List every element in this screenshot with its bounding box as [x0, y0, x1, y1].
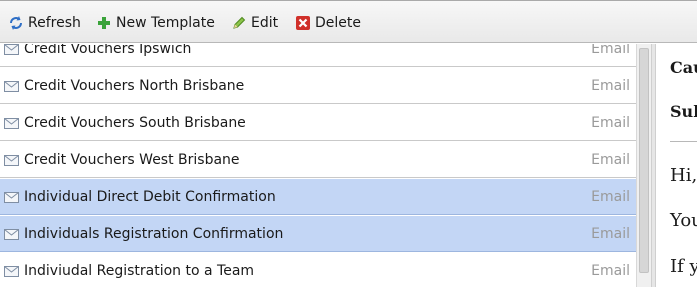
- template-list: Credit Vouchers Ipswich Email Credit Vou…: [0, 44, 636, 287]
- template-row-selected[interactable]: Individuals Registration Confirmation Em…: [0, 216, 636, 252]
- edit-button[interactable]: Edit: [231, 13, 278, 33]
- template-name: Credit Vouchers Ipswich: [24, 44, 192, 57]
- template-name: Individuals Registration Confirmation: [24, 225, 284, 242]
- envelope-icon: [4, 154, 19, 166]
- envelope-icon: [4, 44, 19, 55]
- template-type: Email: [591, 77, 630, 94]
- template-name: Indiviudal Registration to a Team: [24, 262, 255, 279]
- delete-button[interactable]: Delete: [295, 13, 361, 33]
- template-type: Email: [591, 188, 630, 205]
- template-row[interactable]: Credit Vouchers North Brisbane Email: [0, 68, 636, 104]
- template-name: Credit Vouchers West Brisbane: [24, 151, 240, 168]
- toolbar: Refresh New Template Edit Delete: [0, 0, 697, 43]
- refresh-icon: [8, 15, 24, 31]
- template-type: Email: [591, 262, 630, 279]
- new-template-label: New Template: [116, 15, 215, 31]
- new-template-button[interactable]: New Template: [96, 13, 215, 33]
- preview-field-label: Cau: [670, 58, 697, 77]
- template-type: Email: [591, 114, 630, 131]
- template-name: Individual Direct Debit Confirmation: [24, 188, 276, 205]
- preview-field-label: Sul: [670, 102, 697, 121]
- template-name: Credit Vouchers South Brisbane: [24, 114, 246, 131]
- scrollbar-thumb[interactable]: [639, 48, 649, 273]
- template-row[interactable]: Indiviudal Registration to a Team Email: [0, 253, 636, 287]
- template-row[interactable]: Credit Vouchers Ipswich Email: [0, 44, 636, 67]
- preview-divider: [670, 141, 697, 142]
- envelope-icon: [4, 228, 19, 240]
- template-row[interactable]: Credit Vouchers West Brisbane Email: [0, 142, 636, 178]
- list-scrollbar[interactable]: [636, 44, 651, 287]
- plus-icon: [96, 15, 112, 31]
- delete-label: Delete: [315, 15, 361, 31]
- envelope-icon: [4, 117, 19, 129]
- envelope-icon: [4, 80, 19, 92]
- template-row-selected[interactable]: Individual Direct Debit Confirmation Ema…: [0, 179, 636, 215]
- refresh-label: Refresh: [28, 15, 81, 31]
- refresh-button[interactable]: Refresh: [8, 13, 81, 33]
- template-name: Credit Vouchers North Brisbane: [24, 77, 245, 94]
- preview-body-text: You: [670, 210, 697, 231]
- edit-label: Edit: [251, 15, 279, 31]
- delete-icon: [295, 15, 311, 31]
- template-type: Email: [591, 151, 630, 168]
- pencil-icon: [231, 15, 247, 31]
- template-preview-pane: Cau Sul Hi, You If y: [656, 44, 697, 287]
- envelope-icon: [4, 265, 19, 277]
- envelope-icon: [4, 191, 19, 203]
- preview-body-text: If y: [670, 256, 697, 277]
- preview-body-text: Hi,: [670, 165, 697, 186]
- template-row[interactable]: Credit Vouchers South Brisbane Email: [0, 105, 636, 141]
- template-type: Email: [591, 225, 630, 242]
- template-type: Email: [591, 44, 630, 57]
